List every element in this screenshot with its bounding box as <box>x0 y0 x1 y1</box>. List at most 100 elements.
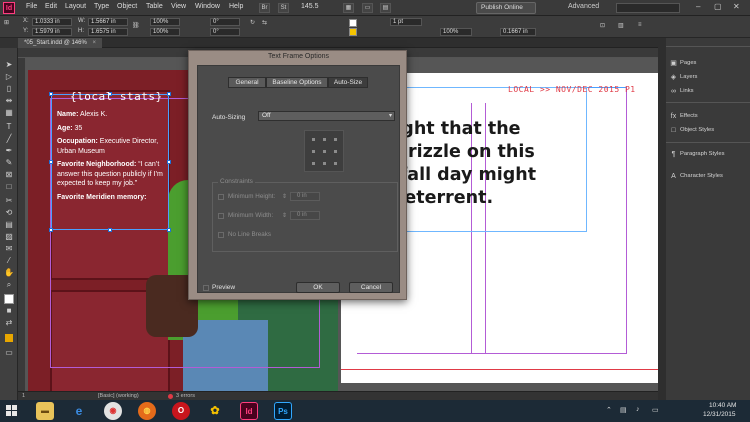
reference-point[interactable] <box>323 162 326 165</box>
view-mode-icon[interactable]: ▭ <box>4 348 14 358</box>
reference-point[interactable] <box>323 150 326 153</box>
min-width-field[interactable]: 0 in <box>290 211 320 220</box>
screen-mode-button[interactable]: ▭ <box>362 3 373 13</box>
zoom-tool-icon[interactable]: ⌕ <box>4 280 14 290</box>
vertical-ruler[interactable] <box>18 58 26 400</box>
y-field[interactable]: 1.5979 in <box>32 28 72 36</box>
reference-point[interactable] <box>334 162 337 165</box>
rotate-icon[interactable]: ↻ <box>250 19 255 26</box>
fitting-options-icon[interactable]: ⊡ <box>600 22 605 29</box>
height-field[interactable]: 1.6575 in <box>88 28 128 36</box>
page-folio[interactable]: LOCAL >> NOV/DEC 2015 P1 <box>508 85 636 94</box>
fill-swatch[interactable] <box>349 19 357 27</box>
flip-icon[interactable]: ⇆ <box>262 19 267 26</box>
eyedropper-tool-icon[interactable]: ⁄ <box>4 256 14 266</box>
menu-type[interactable]: Type <box>94 3 109 10</box>
panel-paragraph-styles[interactable]: ¶ Paragraph Styles <box>666 148 750 161</box>
menu-table[interactable]: Table <box>146 3 163 10</box>
selection-tool-icon[interactable]: ➤ <box>4 60 14 70</box>
volume-icon[interactable]: ♪ <box>636 406 640 413</box>
indesign-taskbar-icon[interactable]: Id <box>240 402 258 420</box>
network-icon[interactable]: ▤ <box>620 406 627 414</box>
content-collector-icon[interactable]: ▦ <box>4 108 14 118</box>
photos-app-icon[interactable]: ✿ <box>206 402 224 420</box>
min-width-checkbox[interactable] <box>218 213 224 219</box>
swap-fill-stroke-icon[interactable]: ⇄ <box>4 318 14 328</box>
page-tool-icon[interactable]: ▯ <box>4 84 14 94</box>
reference-point[interactable] <box>334 150 337 153</box>
reference-point[interactable] <box>323 138 326 141</box>
reference-point[interactable] <box>312 162 315 165</box>
direct-selection-tool-icon[interactable]: ▷ <box>4 72 14 82</box>
close-icon[interactable]: ✕ <box>733 2 740 11</box>
constrain-link-icon[interactable]: ⛓ <box>132 22 140 29</box>
tray-chevron-icon[interactable]: ⌃ <box>606 406 612 414</box>
tab-auto-size[interactable]: Auto-Size <box>328 77 368 88</box>
menu-layout[interactable]: Layout <box>65 3 86 10</box>
rectangle-tool-icon[interactable]: □ <box>4 182 14 192</box>
internet-explorer-icon[interactable]: e <box>70 402 88 420</box>
clock-time[interactable]: 10:40 AM <box>709 402 736 409</box>
chrome-icon[interactable]: ◉ <box>104 402 122 420</box>
publish-online-button[interactable]: Publish Online <box>476 2 536 14</box>
menu-help[interactable]: Help <box>229 3 243 10</box>
hand-tool-icon[interactable]: ✋ <box>4 268 14 278</box>
gap-tool-icon[interactable]: ⇹ <box>4 96 14 106</box>
panel-character-styles[interactable]: A Character Styles <box>666 170 750 183</box>
align-icon[interactable]: ≡ <box>638 22 642 28</box>
no-line-breaks-checkbox[interactable] <box>218 232 224 238</box>
preview-checkbox[interactable] <box>203 285 209 291</box>
stroke-swatch[interactable] <box>349 28 357 36</box>
shear-field[interactable]: 0° <box>210 28 240 36</box>
scale-x-field[interactable]: 100% <box>150 18 180 26</box>
formatting-container-icon[interactable] <box>5 334 13 342</box>
menu-object[interactable]: Object <box>117 3 137 10</box>
action-center-icon[interactable]: ▭ <box>652 406 659 414</box>
scale-y-field[interactable]: 100% <box>150 28 180 36</box>
arrange-documents-button[interactable]: ▤ <box>380 3 391 13</box>
minimize-icon[interactable]: – <box>696 2 700 11</box>
document-tab[interactable]: *05_Start.indd @ 146% × <box>18 38 102 48</box>
fill-color-icon[interactable] <box>4 294 14 304</box>
selection-handle[interactable] <box>167 228 171 232</box>
stepper-icon[interactable]: ⇕ <box>282 193 287 200</box>
panel-effects[interactable]: fx Effects <box>666 110 750 123</box>
type-tool-icon[interactable]: T <box>4 122 14 132</box>
reference-point-grid[interactable] <box>304 130 344 172</box>
panel-object-styles[interactable]: □ Object Styles <box>666 124 750 137</box>
pencil-tool-icon[interactable]: ✎ <box>4 158 14 168</box>
menu-file[interactable]: File <box>26 3 37 10</box>
menu-edit[interactable]: Edit <box>45 3 57 10</box>
frame-offset-field[interactable]: 0.1667 in <box>500 28 536 36</box>
selection-handle[interactable] <box>49 160 53 164</box>
pen-tool-icon[interactable]: ✒ <box>4 146 14 156</box>
reference-point[interactable] <box>334 138 337 141</box>
selection-handle[interactable] <box>108 228 112 232</box>
tab-general[interactable]: General <box>228 77 266 88</box>
rectangle-frame-tool-icon[interactable]: ⊠ <box>4 170 14 180</box>
panel-links[interactable]: ∞ Links <box>666 85 750 98</box>
firefox-icon[interactable]: ◍ <box>138 402 156 420</box>
gradient-feather-tool-icon[interactable]: ▨ <box>4 232 14 242</box>
min-height-checkbox[interactable] <box>218 194 224 200</box>
reference-point-icon[interactable]: ⊞ <box>4 19 9 26</box>
width-field[interactable]: 1.5667 in <box>88 18 128 26</box>
stats-heading[interactable]: {local stats} <box>70 90 163 103</box>
menu-view[interactable]: View <box>171 3 186 10</box>
stroke-weight-field[interactable]: 1 pt <box>390 18 422 26</box>
search-input[interactable] <box>616 3 680 13</box>
stats-body[interactable]: Name: Alexis K. Age: 35 Occupation: Exec… <box>57 110 169 202</box>
free-transform-tool-icon[interactable]: ⟲ <box>4 208 14 218</box>
panel-pages[interactable]: ▣ Pages <box>666 57 750 70</box>
scissors-tool-icon[interactable]: ✂ <box>4 196 14 206</box>
opacity-field[interactable]: 100% <box>440 28 472 36</box>
reference-point[interactable] <box>312 138 315 141</box>
selection-handle[interactable] <box>49 228 53 232</box>
selection-handle[interactable] <box>49 92 53 96</box>
opera-icon[interactable]: O <box>172 402 190 420</box>
menu-window[interactable]: Window <box>195 3 220 10</box>
selection-handle[interactable] <box>167 92 171 96</box>
x-field[interactable]: 1.0333 in <box>32 18 72 26</box>
clock-date[interactable]: 12/31/2015 <box>703 411 736 418</box>
min-height-field[interactable]: 0 in <box>290 192 320 201</box>
